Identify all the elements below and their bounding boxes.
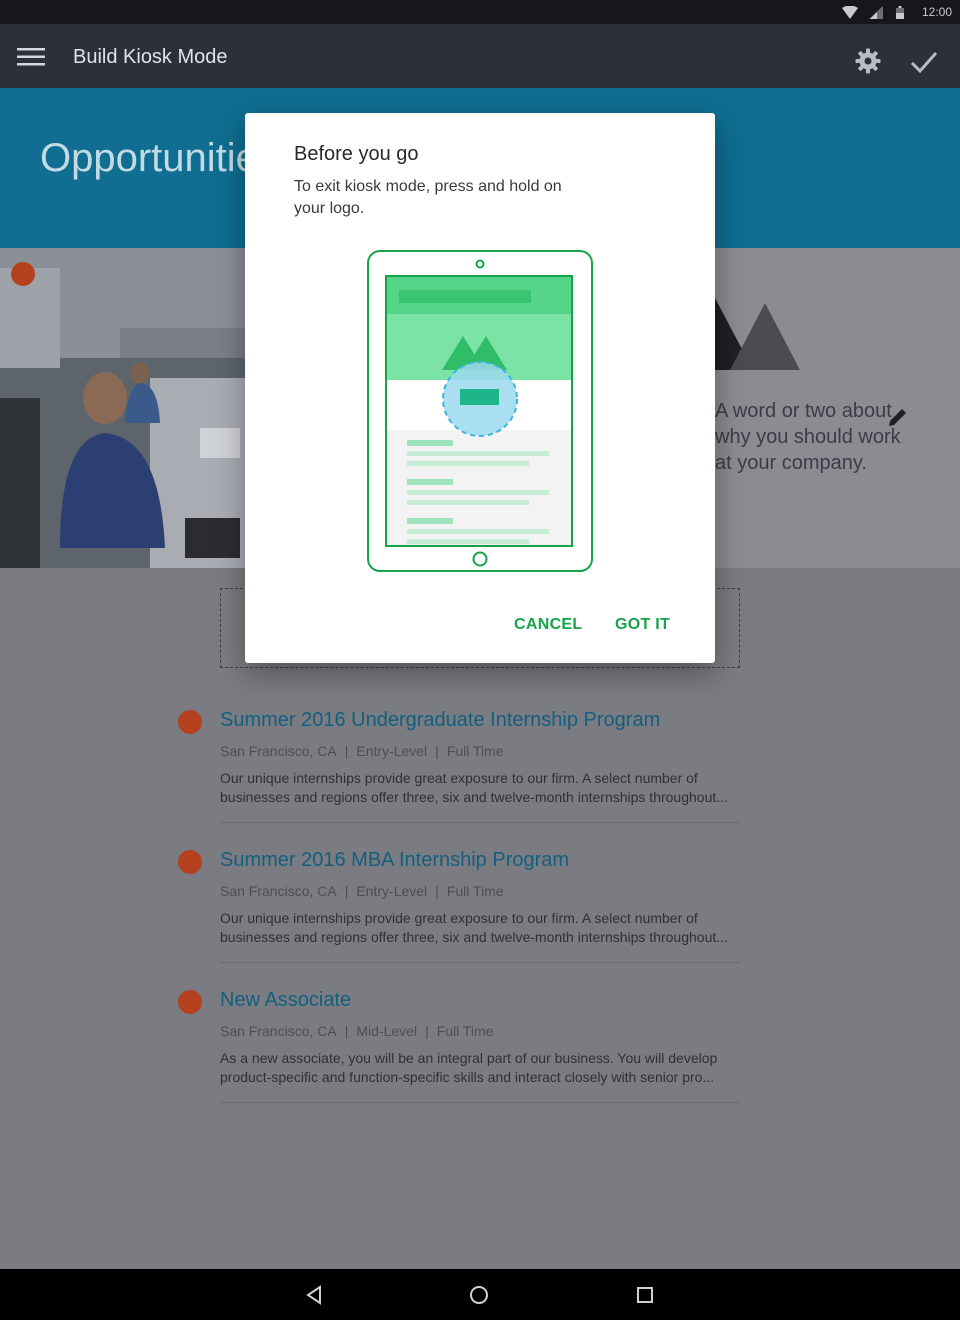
check-icon[interactable]	[910, 51, 938, 73]
back-icon[interactable]	[300, 1281, 328, 1309]
list-item[interactable]: Summer 2016 MBA Internship Program San F…	[178, 848, 740, 963]
delete-icon[interactable]	[178, 710, 202, 734]
signal-icon	[869, 6, 883, 19]
job-title[interactable]: Summer 2016 MBA Internship Program	[220, 848, 740, 872]
mountain-logo-placeholder[interactable]	[715, 298, 805, 373]
delete-icon[interactable]	[178, 990, 202, 1014]
office-photo	[0, 248, 246, 568]
app-bar: Build Kiosk Mode	[0, 24, 960, 88]
exit-kiosk-dialog: Before you go To exit kiosk mode, press …	[245, 113, 715, 663]
got-it-button[interactable]: GOT IT	[615, 616, 670, 634]
navigation-bar	[0, 1269, 960, 1320]
divider	[220, 962, 740, 963]
job-meta: San Francisco, CA | Mid-Level | Full Time	[220, 1023, 494, 1039]
page-title: Opportunities	[40, 136, 278, 180]
dialog-message: To exit kiosk mode, press and hold on yo…	[294, 178, 562, 217]
job-list: Summer 2016 Undergraduate Internship Pro…	[0, 568, 960, 1269]
cancel-button[interactable]: CANCEL	[514, 616, 582, 634]
delete-icon[interactable]	[178, 850, 202, 874]
tablet-illustration	[367, 250, 593, 572]
home-icon[interactable]	[465, 1281, 493, 1309]
app-bar-title: Build Kiosk Mode	[73, 46, 228, 68]
pencil-icon[interactable]	[887, 406, 909, 428]
about-company-text[interactable]: A word or two about why you should work …	[715, 398, 915, 476]
divider	[220, 822, 740, 823]
list-item[interactable]: New Associate San Francisco, CA | Mid-Leve…	[178, 988, 740, 1103]
hamburger-icon[interactable]	[17, 48, 45, 66]
job-meta: San Francisco, CA | Entry-Level | Full Time	[220, 743, 504, 759]
remove-image-icon[interactable]	[11, 262, 35, 286]
job-description: Our unique internships provide great exp…	[220, 770, 728, 805]
battery-icon	[896, 6, 904, 19]
list-item[interactable]: Summer 2016 Undergraduate Internship Pro…	[178, 708, 740, 823]
job-description: Our unique internships provide great exp…	[220, 910, 728, 945]
clock: 12:00	[921, 5, 952, 19]
gear-icon[interactable]	[855, 48, 881, 74]
recents-icon[interactable]	[631, 1281, 659, 1309]
divider	[220, 1102, 740, 1103]
job-title[interactable]: New Associate	[220, 988, 740, 1012]
job-meta: San Francisco, CA | Entry-Level | Full Time	[220, 883, 504, 899]
job-description: As a new associate, you will be an integ…	[220, 1050, 718, 1085]
dialog-title: Before you go	[294, 143, 419, 165]
job-title[interactable]: Summer 2016 Undergraduate Internship Pro…	[220, 708, 740, 732]
wifi-icon	[842, 6, 858, 19]
status-bar: 12:00	[0, 0, 960, 24]
